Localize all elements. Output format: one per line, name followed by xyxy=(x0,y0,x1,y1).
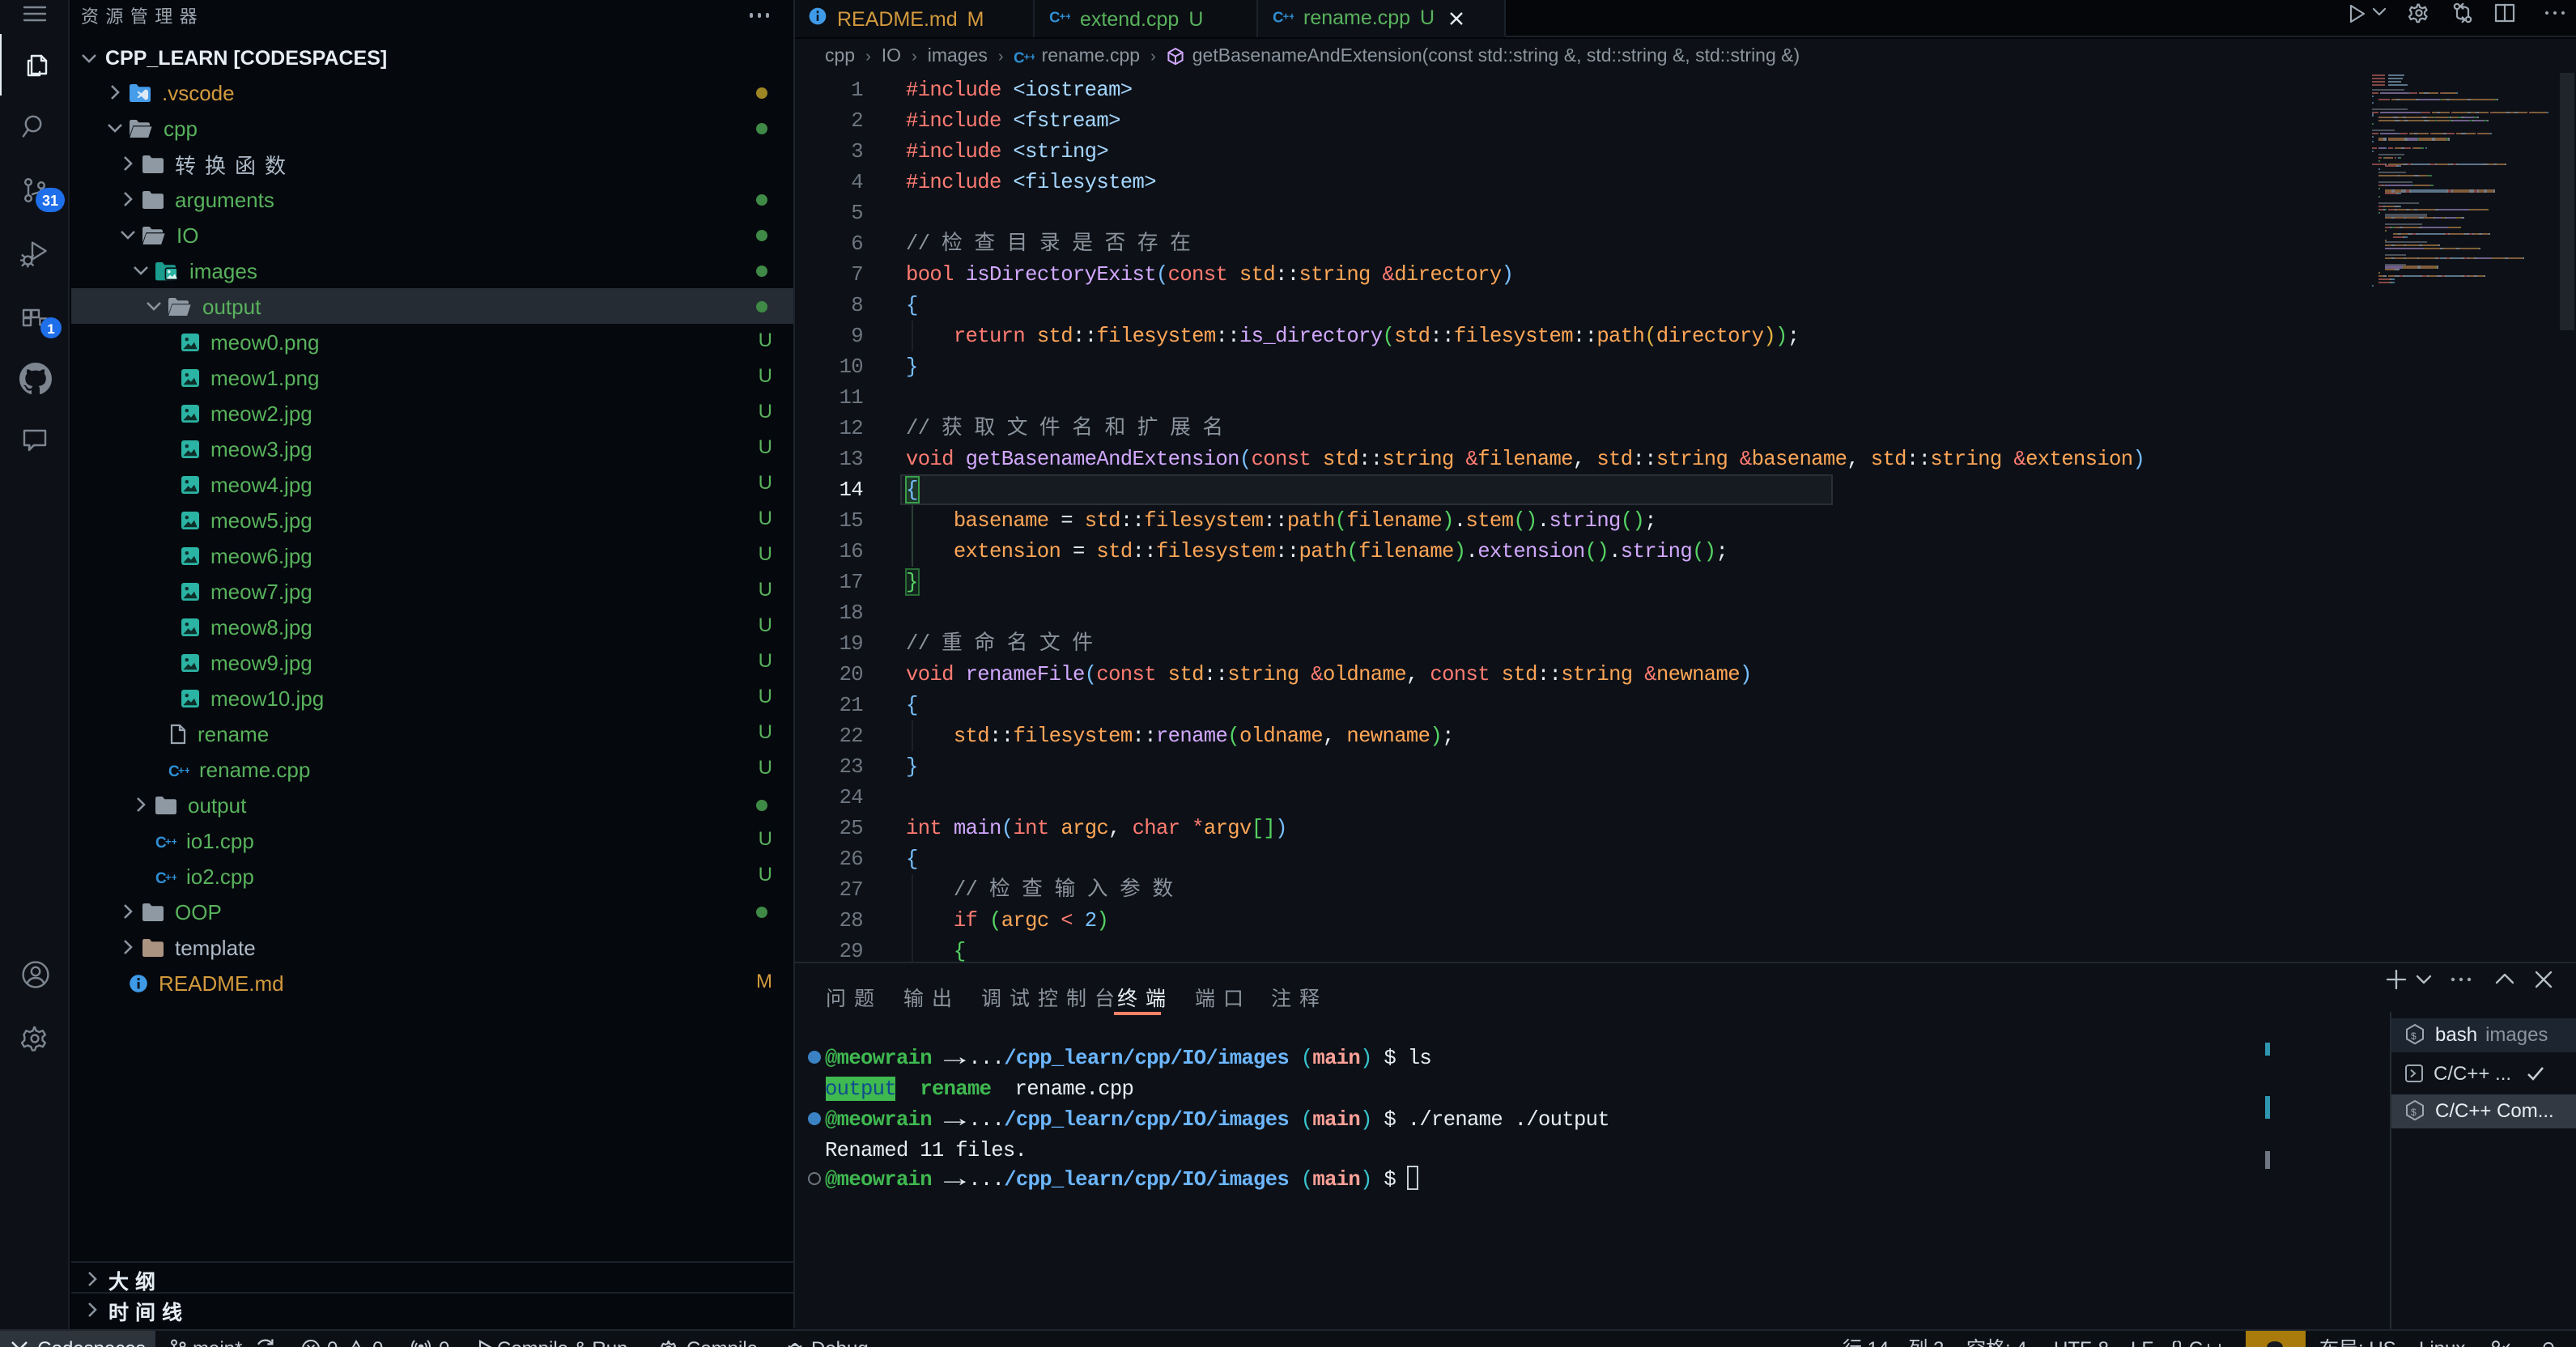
svg-text:$: $ xyxy=(2411,1107,2417,1118)
svg-text:++: ++ xyxy=(1283,10,1294,22)
svg-text:C: C xyxy=(1014,49,1025,66)
svg-text:C: C xyxy=(1049,8,1060,25)
svg-text:++: ++ xyxy=(1060,11,1070,23)
svg-text:++: ++ xyxy=(178,763,189,775)
svg-text:++: ++ xyxy=(1024,51,1035,63)
svg-text:++: ++ xyxy=(165,870,176,882)
svg-text:++: ++ xyxy=(165,835,176,847)
svg-text:C: C xyxy=(1273,7,1283,24)
svg-text:$: $ xyxy=(2411,1030,2417,1042)
